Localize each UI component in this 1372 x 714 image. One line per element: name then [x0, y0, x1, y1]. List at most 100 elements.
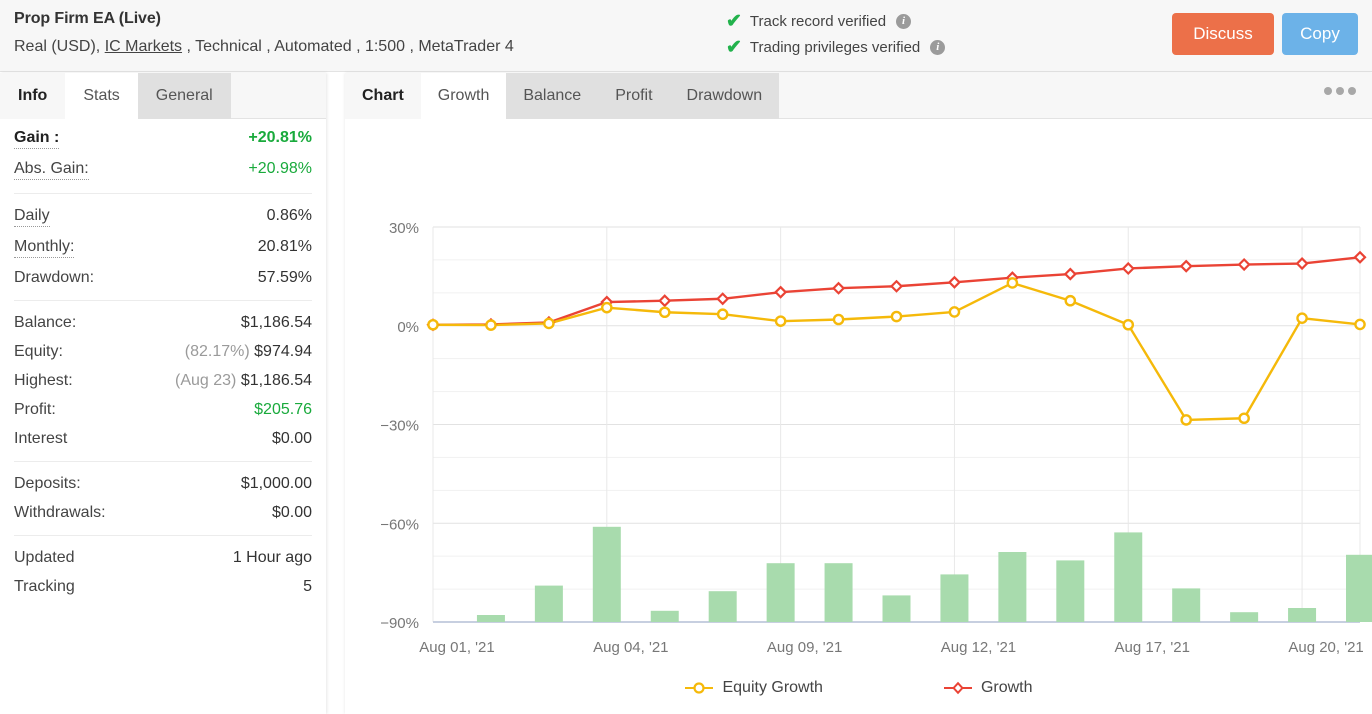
chart-point-equity-growth[interactable]	[1064, 294, 1077, 307]
stat-label: Balance:	[14, 313, 77, 331]
page-header: Prop Firm EA (Live) Real (USD), IC Marke…	[0, 0, 1372, 72]
stat-value-note: (82.17%)	[184, 342, 255, 360]
sidebar-tab-general[interactable]: General	[137, 73, 231, 119]
chart-point-equity-growth[interactable]	[832, 313, 845, 326]
stat-row: Gain : +20.81%	[14, 119, 312, 154]
chart-point-equity-growth[interactable]	[716, 308, 729, 321]
dot-3	[1348, 87, 1356, 95]
y-axis-tick-label: −60%	[380, 516, 419, 533]
chart-point-growth[interactable]	[1121, 261, 1135, 276]
stat-row: Monthly: 20.81%	[14, 232, 312, 263]
stat-value-note: (Aug 23)	[175, 371, 241, 389]
divider	[14, 299, 312, 301]
chart-tab-balance[interactable]: Balance	[506, 73, 599, 119]
stat-row: Highest: (Aug 23) $1,186.54	[14, 366, 312, 395]
discuss-button[interactable]: Discuss	[1172, 13, 1274, 55]
trading-privileges-verified-badge: ✔ Trading privileges verified i	[726, 37, 946, 58]
stat-label: Highest:	[14, 371, 73, 389]
trading-privileges-verified-label: Trading privileges verified	[749, 39, 921, 56]
copy-button[interactable]: Copy	[1282, 13, 1358, 55]
chart-point-equity-growth[interactable]	[948, 306, 961, 318]
chart-point-growth[interactable]	[658, 294, 672, 308]
stat-label: Interest	[14, 429, 68, 447]
chart-bar	[882, 595, 911, 622]
legend-item-equity-growth[interactable]: Equity Growth	[684, 679, 823, 697]
chart-bar	[1114, 532, 1143, 622]
chart-point-equity-growth[interactable]	[1238, 412, 1250, 425]
stat-row: Withdrawals: $0.00	[14, 498, 312, 527]
growth-chart: 30% 0% −30% −60% −90% Aug 01, '21 Aug 04, '21 A…	[345, 119, 1372, 713]
chart-point-equity-growth[interactable]	[774, 315, 787, 327]
chart-bar	[1172, 588, 1201, 622]
stat-label[interactable]: Monthly:	[14, 238, 75, 258]
stat-value: 1 Hour ago	[232, 548, 312, 566]
chart-point-equity-growth[interactable]	[1296, 312, 1308, 324]
stat-value: $0.00	[271, 503, 312, 521]
legend-label: Growth	[980, 679, 1033, 696]
chart-point-growth[interactable]	[1179, 259, 1193, 273]
x-axis-tick-label: Aug 20, '21	[1288, 639, 1363, 656]
chart-point-equity-growth[interactable]	[601, 301, 613, 314]
chart-bar	[1288, 608, 1317, 622]
x-axis-tick-label: Aug 01, '21	[419, 639, 494, 656]
legend-marker-diamond-icon	[943, 681, 972, 695]
chart-point-equity-growth[interactable]	[1180, 414, 1192, 426]
stat-value: $0.00	[271, 429, 312, 447]
chart-tab-drawdown[interactable]: Drawdown	[669, 73, 780, 119]
chart-point-equity-growth[interactable]	[427, 318, 439, 331]
chart-point-growth[interactable]	[832, 281, 846, 295]
stat-row: Drawdown: 57.59%	[14, 263, 312, 292]
chart-point-equity-growth[interactable]	[1354, 318, 1366, 331]
chart-tab-profit[interactable]: Profit	[598, 73, 670, 119]
check-icon: ✔	[726, 37, 742, 58]
growth-chart-svg: 30% 0% −30% −60% −90%Aug 01, '21 Aug 04, '21 A…	[380, 220, 1372, 656]
chart-line-equity-growth	[431, 281, 1362, 422]
sidebar-tab-stats[interactable]: Stats	[65, 73, 138, 119]
page-title: Prop Firm EA (Live)	[14, 10, 161, 27]
chart-bar	[766, 563, 795, 622]
stat-label: Tracking	[14, 577, 75, 595]
chart-point-equity-growth[interactable]	[1006, 277, 1019, 289]
chart-point-equity-growth[interactable]	[543, 317, 555, 330]
x-axis-tick-label: Aug 04, '21	[593, 639, 668, 656]
legend-item-growth[interactable]: Growth	[943, 679, 1033, 697]
chart-legend: Equity Growth Growth	[345, 679, 1372, 697]
stat-label[interactable]: Daily	[14, 207, 50, 227]
stat-value: +20.98%	[248, 159, 312, 177]
stats-panel: Info Stats General Gain : +20.81% Abs. Gain:…	[0, 73, 326, 714]
stat-value: 0.86%	[266, 206, 312, 224]
chart-point-growth[interactable]	[947, 275, 961, 289]
chart-bar	[1230, 612, 1259, 622]
broker-link[interactable]: IC Markets	[105, 38, 182, 55]
account-meta-prefix: Real (USD),	[14, 38, 105, 55]
chart-bar	[534, 585, 563, 622]
divider	[14, 460, 312, 462]
legend-label: Equity Growth	[722, 679, 823, 696]
stat-value: +20.81%	[248, 129, 312, 146]
chart-point-equity-growth[interactable]	[485, 319, 497, 331]
chart-point-growth[interactable]	[1063, 267, 1077, 281]
chart-tab-growth[interactable]: Growth	[420, 73, 507, 119]
account-meta: Real (USD), IC Markets , Technical , Aut…	[14, 38, 514, 56]
chart-point-equity-growth[interactable]	[658, 306, 671, 319]
stat-row: Abs. Gain: +20.98%	[14, 154, 312, 185]
chart-point-growth[interactable]	[889, 279, 904, 293]
chart-point-equity-growth[interactable]	[1122, 318, 1135, 331]
stat-value: 20.81%	[257, 237, 312, 255]
y-axis-tick-label: 0%	[397, 319, 419, 336]
chart-bar	[824, 563, 853, 622]
more-options-icon[interactable]	[1324, 87, 1356, 95]
chart-bar	[650, 610, 679, 622]
stat-label[interactable]: Gain :	[14, 129, 60, 149]
stat-row: Deposits: $1,000.00	[14, 469, 312, 498]
chart-point-growth[interactable]	[774, 285, 788, 299]
stat-label: Drawdown:	[14, 268, 95, 286]
info-icon[interactable]: i	[896, 14, 912, 29]
info-icon[interactable]: i	[930, 40, 946, 55]
sidebar-tab-info: Info	[0, 73, 66, 119]
chart-point-growth[interactable]	[1237, 257, 1251, 272]
stat-label[interactable]: Abs. Gain:	[14, 160, 89, 180]
chart-point-equity-growth[interactable]	[890, 310, 903, 323]
chart-point-growth[interactable]	[716, 292, 730, 306]
chart-point-growth[interactable]	[1353, 250, 1367, 264]
